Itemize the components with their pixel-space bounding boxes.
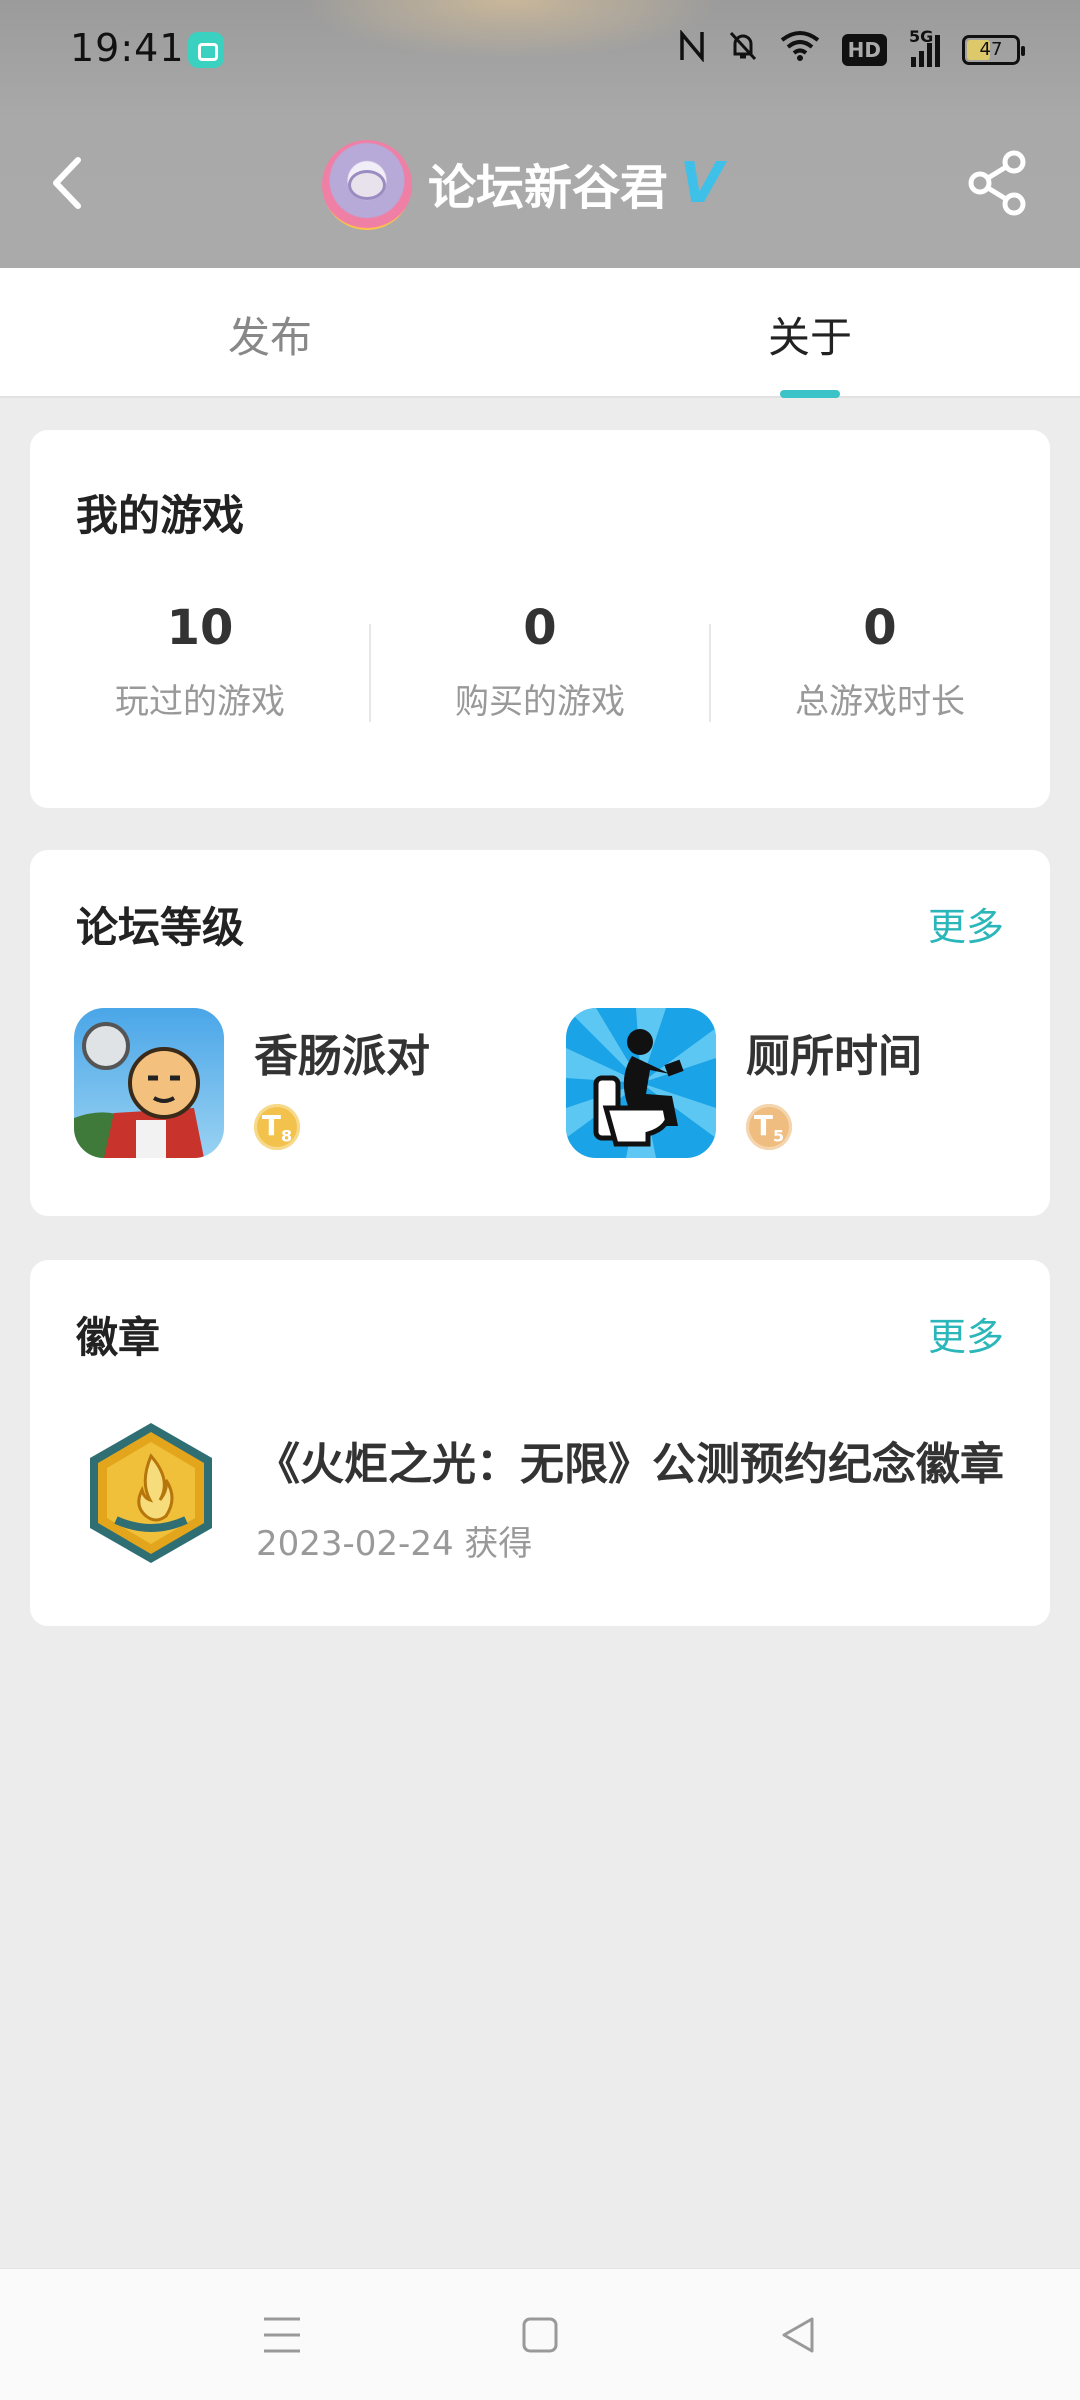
- level-letter: T: [261, 1109, 281, 1142]
- stat-total-playtime[interactable]: 0 总游戏时长: [709, 600, 1050, 723]
- menu-button[interactable]: [260, 2313, 304, 2357]
- level-number: 5: [772, 1126, 785, 1146]
- forum-level-more-link[interactable]: 更多: [928, 896, 1004, 951]
- forum-level-card: 论坛等级 更多 香肠派对 T8 厕所时间 T5: [30, 850, 1050, 1216]
- notification-app-icon: [188, 32, 224, 68]
- game-stats: 10 玩过的游戏 0 购买的游戏 0 总游戏时长: [30, 600, 1050, 723]
- active-tab-indicator: [780, 390, 840, 398]
- my-games-card: 我的游戏 10 玩过的游戏 0 购买的游戏 0 总游戏时长: [30, 430, 1050, 808]
- profile-header: 19:41 HD 5G 47 论坛新谷君 V: [0, 0, 1080, 268]
- stat-value: 10: [166, 600, 234, 656]
- badges-more-link[interactable]: 更多: [928, 1306, 1004, 1361]
- forum-game-item[interactable]: 厕所时间 T5: [566, 1008, 1006, 1158]
- stat-label: 总游戏时长: [795, 682, 965, 722]
- level-badge-icon: T8: [254, 1104, 300, 1150]
- home-square-icon: [522, 2317, 558, 2353]
- menu-icon: [264, 2317, 300, 2353]
- status-bar: 19:41 HD 5G 47: [0, 0, 1080, 100]
- cellular-signal-icon: 5G: [909, 27, 940, 67]
- avatar[interactable]: [322, 140, 412, 230]
- mute-bell-icon: [728, 30, 758, 70]
- status-icons: HD 5G 47: [678, 27, 1025, 72]
- system-navigation-bar: [0, 2268, 1080, 2400]
- stat-label: 购买的游戏: [455, 682, 625, 722]
- forum-level-title: 论坛等级: [76, 903, 245, 952]
- battery-icon: 47: [962, 35, 1025, 65]
- stat-label: 玩过的游戏: [115, 682, 285, 722]
- badge-date: 2023-02-24 获得: [256, 1524, 533, 1564]
- profile-title: 论坛新谷君 V: [428, 148, 723, 218]
- stat-value: 0: [523, 600, 557, 656]
- home-button[interactable]: [518, 2313, 562, 2357]
- share-icon: [968, 150, 1026, 216]
- my-games-title: 我的游戏: [76, 491, 245, 540]
- tab-about[interactable]: 关于: [768, 304, 852, 365]
- stat-played-games[interactable]: 10 玩过的游戏: [30, 600, 370, 723]
- network-type-label: 5G: [909, 27, 934, 46]
- back-button[interactable]: [40, 148, 100, 218]
- triangle-back-icon: [782, 2317, 814, 2353]
- stat-purchased-games[interactable]: 0 购买的游戏: [369, 600, 710, 723]
- wifi-icon: [780, 30, 820, 70]
- forum-game-item[interactable]: 香肠派对 T8: [74, 1008, 514, 1158]
- badges-card: 徽章 更多 《火炬之光：无限》公测预约纪念徽章 2023-02-24 获得: [30, 1260, 1050, 1626]
- level-letter: T: [753, 1109, 773, 1142]
- game-name: 厕所时间: [746, 1031, 922, 1082]
- chevron-left-icon: [53, 157, 81, 209]
- stat-value: 0: [863, 600, 897, 656]
- username: 论坛新谷君: [428, 160, 669, 216]
- battery-level: 47: [979, 39, 1003, 60]
- badges-title: 徽章: [76, 1313, 161, 1362]
- tab-bar: 发布 关于: [0, 268, 1080, 398]
- level-badge-icon: T5: [746, 1104, 792, 1150]
- divider: [369, 624, 371, 722]
- nfc-icon: [678, 29, 706, 70]
- sausage-party-icon: [74, 1008, 224, 1158]
- toilet-time-icon: [566, 1008, 716, 1158]
- back-nav-button[interactable]: [776, 2313, 820, 2357]
- divider: [709, 624, 711, 722]
- verified-icon: V: [680, 150, 724, 216]
- torchlight-badge-icon: [86, 1420, 216, 1566]
- level-number: 8: [280, 1126, 293, 1146]
- badge-name: 《火炬之光：无限》公测预约纪念徽章: [256, 1439, 1004, 1490]
- tab-post[interactable]: 发布: [228, 304, 312, 365]
- hd-indicator: HD: [841, 34, 887, 66]
- status-time: 19:41: [70, 26, 185, 70]
- share-button[interactable]: [966, 150, 1030, 216]
- game-name: 香肠派对: [254, 1031, 430, 1082]
